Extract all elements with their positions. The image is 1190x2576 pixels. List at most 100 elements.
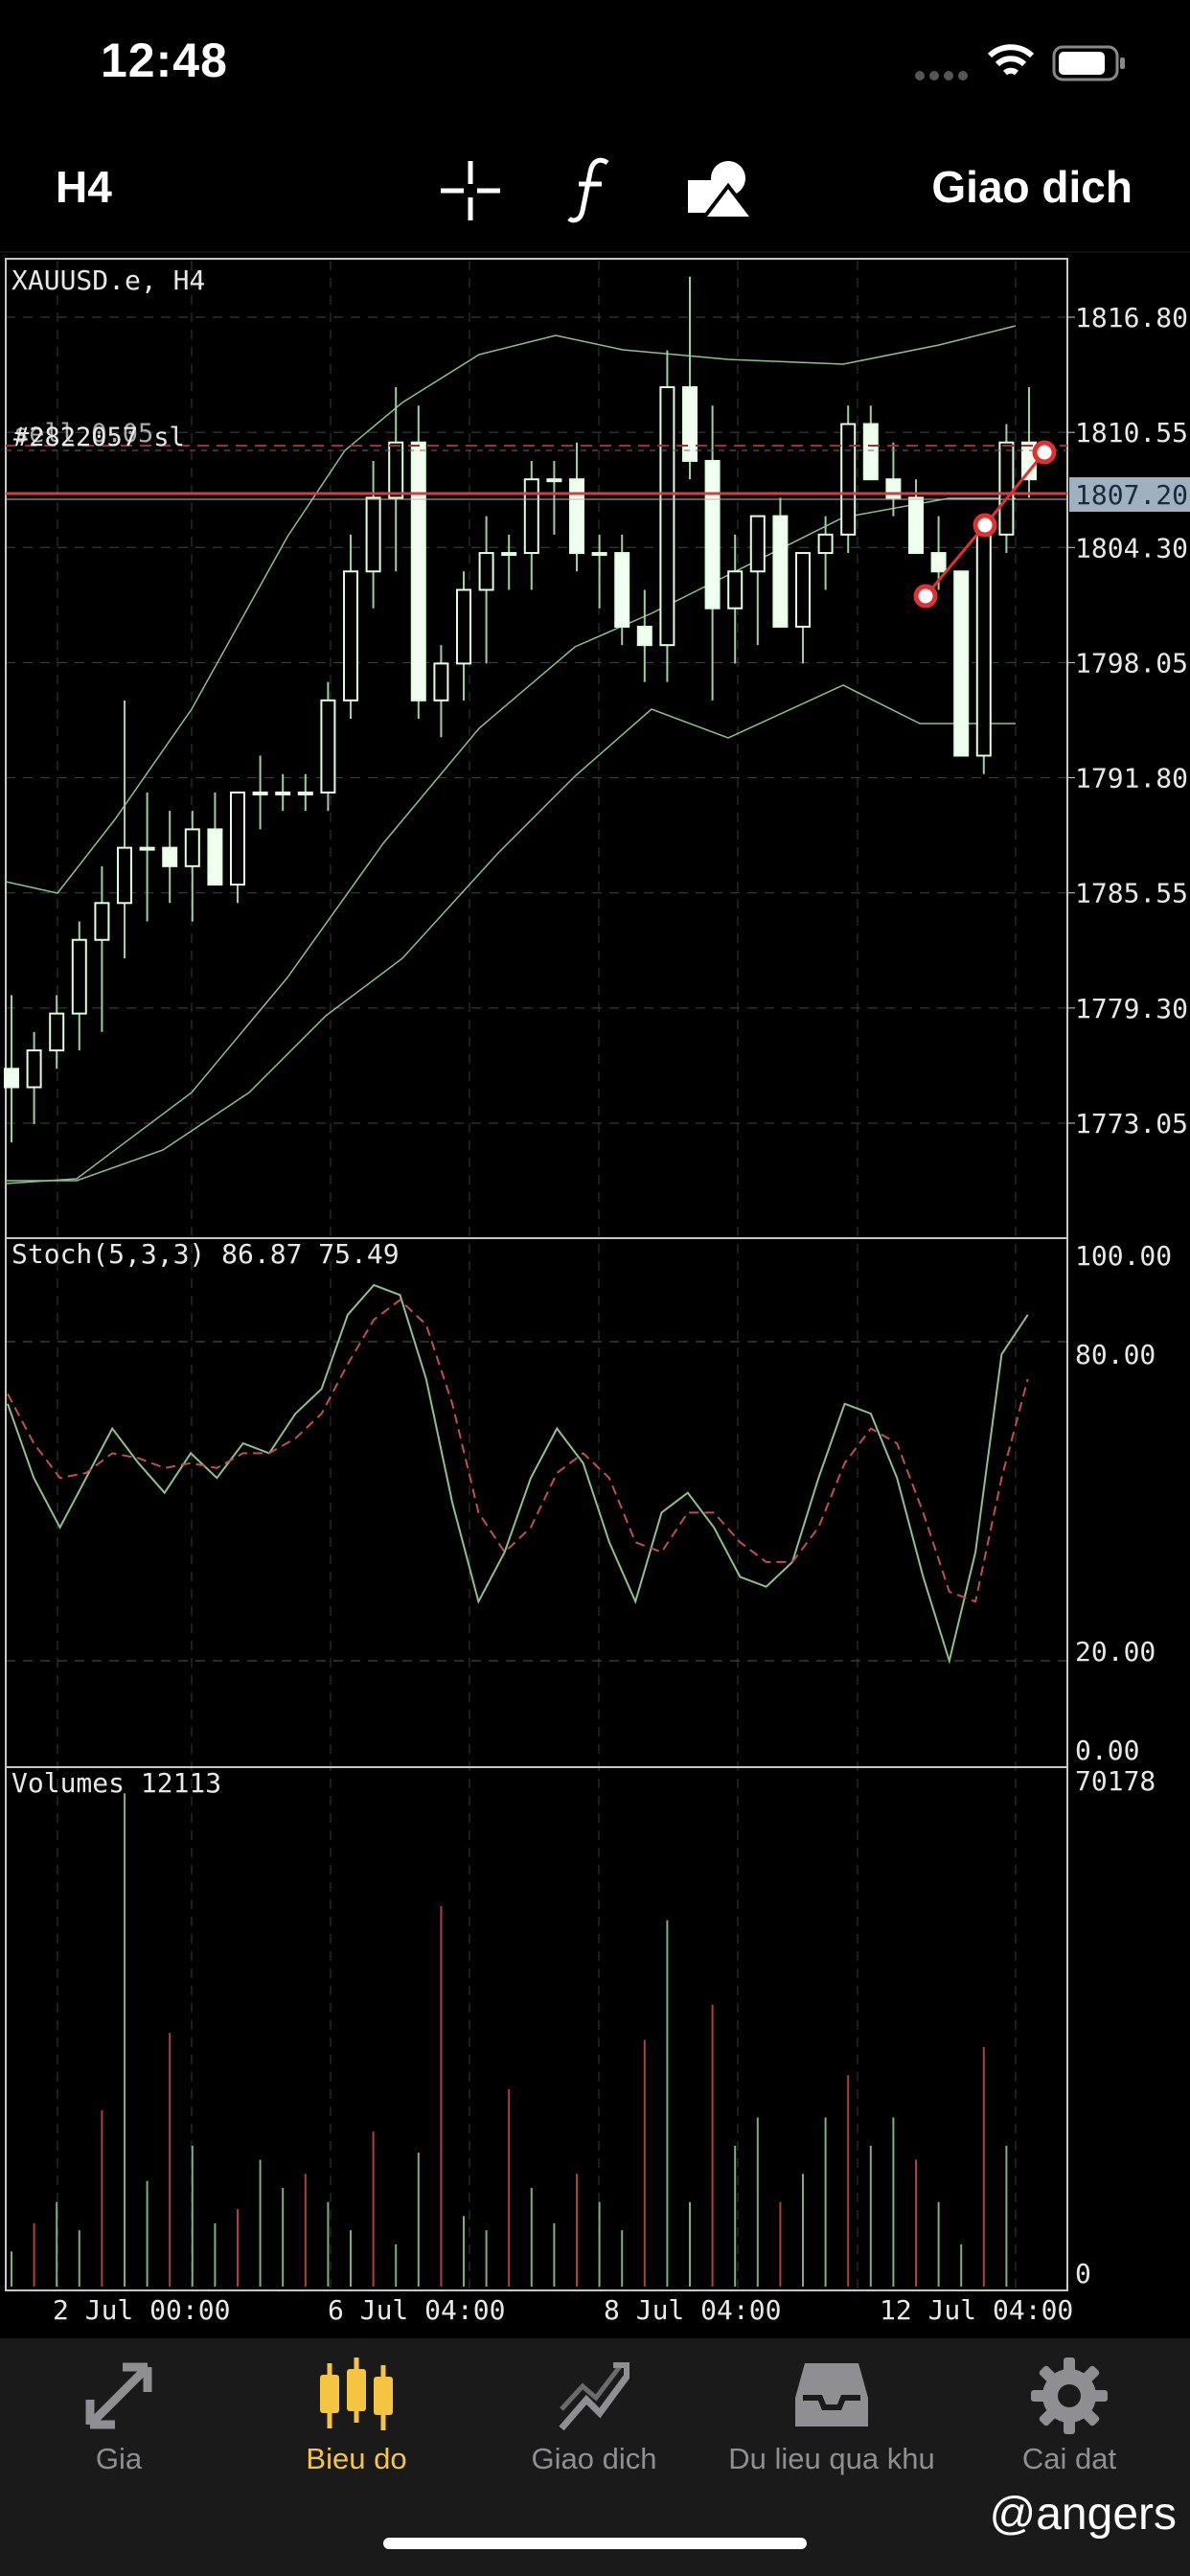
- volume-axis: 70178 0: [1075, 1765, 1156, 2289]
- stoch-tick-label: 100.00: [1075, 1240, 1172, 1272]
- candles: [4, 276, 1037, 1143]
- time-tick-label: 6 Jul 04:00: [328, 2294, 505, 2326]
- watermark: @angers: [989, 2489, 1178, 2540]
- tab-history[interactable]: Du lieu qua khu: [713, 2338, 950, 2530]
- candle-bull: [840, 423, 857, 536]
- candle-bear: [207, 828, 223, 886]
- candle-bear: [614, 552, 630, 628]
- time-tick-label: 8 Jul 04:00: [604, 2294, 781, 2326]
- volume-tick-label: 70178: [1075, 1765, 1156, 1797]
- candle-bear: [862, 423, 879, 481]
- volume-tick-label: 0: [1075, 2258, 1091, 2289]
- candle-bull: [727, 570, 744, 610]
- order-label: #2822057 sl: [13, 423, 185, 452]
- stoch-axis: 100.00 80.00 20.00 0.00: [1075, 1240, 1172, 1766]
- price-tick-label: 1810.55: [1075, 417, 1188, 448]
- candle-bear: [682, 386, 698, 462]
- candle-bull: [975, 533, 992, 757]
- price-tick-label: 1816.80: [1075, 302, 1188, 334]
- signal-icon: [915, 69, 973, 87]
- price-tick-label: 1773.05: [1075, 1108, 1188, 1139]
- stoch-tick-label: 80.00: [1075, 1339, 1156, 1370]
- candle-bull: [275, 791, 291, 795]
- current-price-label: 1807.20: [1075, 479, 1188, 511]
- chart-frame: [5, 258, 1068, 2291]
- candle-bear: [953, 570, 970, 757]
- symbol-label: XAUUSD.e, H4: [11, 264, 205, 296]
- time-axis: 2 Jul 00:00 6 Jul 04:00 8 Jul 04:00 12 Jul …: [53, 2294, 1073, 2326]
- candle-bull: [749, 515, 766, 573]
- stoch-signal-line: [7, 1299, 1029, 1603]
- candle-bull: [817, 533, 834, 555]
- candle-bear: [885, 478, 902, 499]
- candle-bull: [184, 828, 200, 867]
- tab-price[interactable]: Gia: [0, 2338, 238, 2530]
- candle-bull: [49, 1012, 65, 1052]
- volume-label: Volumes 12113: [11, 1767, 221, 1799]
- tab-trade-label: Giao dich: [531, 2442, 657, 2475]
- chart-grid: [6, 261, 1067, 2288]
- time-tick-label: 12 Jul 04:00: [880, 2294, 1073, 2326]
- candle-bull: [523, 478, 539, 555]
- candle-bull: [659, 386, 675, 647]
- price-tick-label: 1804.30: [1075, 532, 1188, 564]
- candle-bear: [162, 846, 178, 867]
- crosshair-icon[interactable]: [439, 159, 502, 227]
- candle-bull: [343, 570, 358, 702]
- trend-handle: [973, 513, 997, 538]
- candle-bull: [365, 496, 381, 573]
- stoch-tick-label: 20.00: [1075, 1636, 1156, 1668]
- candle-bull: [139, 846, 155, 851]
- tab-chart[interactable]: Bieu do: [238, 2338, 475, 2530]
- candle-bull: [591, 552, 607, 557]
- candle-bull: [71, 938, 87, 1015]
- status-time: 12:48: [101, 34, 228, 87]
- candle-bear: [704, 459, 721, 610]
- candle-bull: [297, 791, 313, 795]
- band-upper: [5, 325, 1017, 894]
- trend-handle: [1032, 440, 1057, 465]
- stoch-tick-label: 0.00: [1075, 1735, 1139, 1766]
- tab-trade[interactable]: Giao dich: [475, 2338, 713, 2530]
- candle-bull: [94, 902, 110, 941]
- battery-icon: [1052, 44, 1129, 87]
- candle-bull: [501, 552, 517, 557]
- candle-bear: [4, 1068, 19, 1089]
- candle-bull: [456, 588, 471, 665]
- candle-bull: [117, 846, 132, 905]
- timeframe-button[interactable]: H4: [56, 161, 112, 213]
- candle-bull: [252, 791, 268, 795]
- price-tick-label: 1779.30: [1075, 993, 1188, 1024]
- candle-bull: [230, 791, 245, 886]
- candle-bull: [998, 441, 1015, 536]
- chart-canvas[interactable]: XAUUSD.e, H4 sell 0.05 #2822057 sl Stoch…: [0, 253, 1190, 2338]
- price-tick-label: 1791.80: [1075, 763, 1188, 794]
- candle-bear: [908, 496, 924, 555]
- objects-icon[interactable]: [686, 157, 758, 225]
- candle-bull: [433, 662, 449, 702]
- candle-bear: [410, 441, 426, 702]
- trade-button[interactable]: Giao dich: [931, 161, 1133, 213]
- tab-chart-label: Bieu do: [306, 2442, 407, 2475]
- tab-price-label: Gia: [95, 2442, 143, 2475]
- price-tick-label: 1798.05: [1075, 647, 1188, 678]
- tab-settings-label: Cai dat: [1021, 2442, 1117, 2475]
- tab-history-label: Du lieu qua khu: [728, 2442, 935, 2475]
- candle-bull: [320, 699, 336, 794]
- candle-bull: [478, 552, 494, 591]
- candle-bull: [26, 1049, 42, 1089]
- candle-bear: [930, 552, 947, 573]
- stoch-label: Stoch(5,3,3) 86.87 75.49: [11, 1238, 400, 1270]
- candle-bull: [546, 478, 562, 483]
- candle-bear: [569, 478, 584, 555]
- candle-bull: [795, 552, 811, 628]
- time-tick-label: 2 Jul 00:00: [53, 2294, 230, 2326]
- wifi-icon: [987, 42, 1035, 85]
- candle-bear: [772, 515, 789, 628]
- function-icon[interactable]: [567, 155, 615, 229]
- trend-handle: [913, 584, 938, 609]
- price-axis: 1816.80 1810.55 1804.30 1798.05 1791.80 1785.…: [1067, 302, 1188, 1139]
- home-indicator[interactable]: [383, 2538, 807, 2549]
- price-tick-label: 1785.55: [1075, 878, 1188, 909]
- candle-bear: [636, 625, 652, 647]
